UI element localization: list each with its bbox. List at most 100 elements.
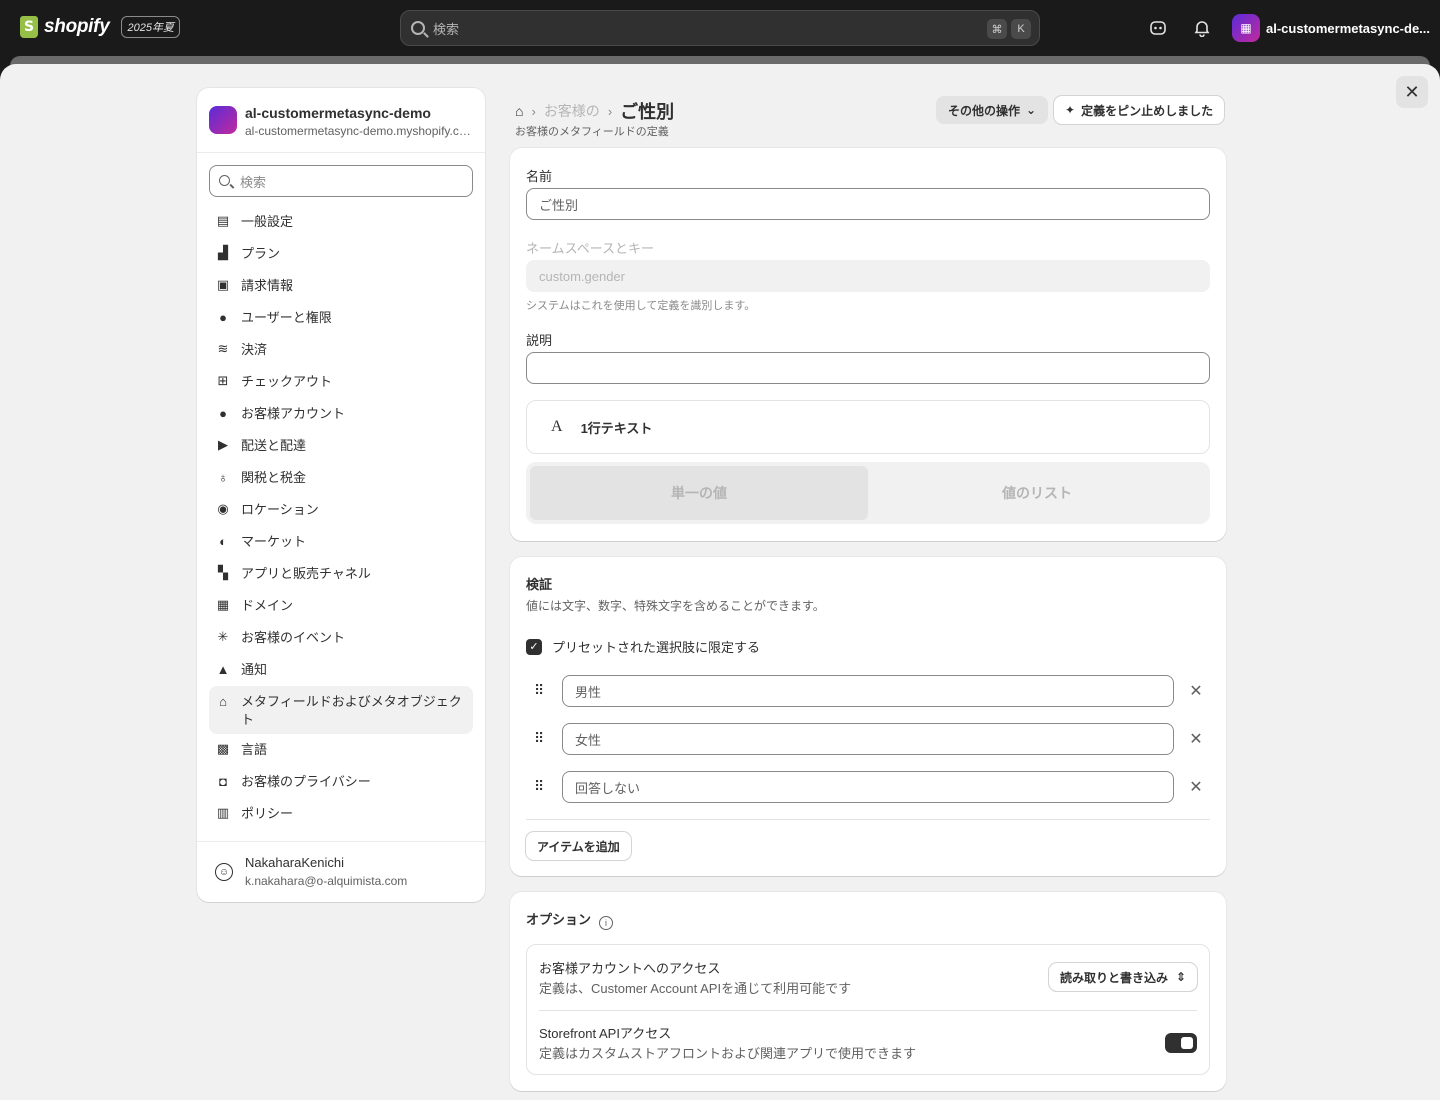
- divider: [197, 152, 485, 153]
- settings-search-input[interactable]: 検索: [209, 165, 473, 197]
- name-input[interactable]: ご性別: [526, 188, 1210, 220]
- store-domain: al-customermetasync-demo.myshopify.com: [245, 124, 475, 138]
- edition-badge[interactable]: 2025年夏: [121, 16, 180, 38]
- value-mode-segmented: 単一の値 値のリスト: [526, 462, 1210, 524]
- type-selector[interactable]: A 1行テキスト: [526, 400, 1210, 454]
- store-logo-icon: [209, 106, 237, 134]
- preset-checkbox-row[interactable]: ✓ プリセットされた選択肢に限定する: [526, 637, 760, 656]
- sidebar-item-checkout[interactable]: ⊞ チェックアウト: [209, 366, 473, 398]
- sidebar-item-label: ドメイン: [241, 598, 294, 613]
- global-search-input[interactable]: 検索 ⌘ K: [400, 10, 1040, 46]
- customer-access-select[interactable]: 読み取りと書き込み ⇕: [1049, 963, 1197, 991]
- preset-checkbox[interactable]: ✓: [526, 638, 542, 655]
- close-icon: ✕: [1404, 81, 1420, 102]
- user-avatar-icon: ☺: [215, 863, 233, 881]
- sidebar-item-label: マーケット: [241, 534, 307, 549]
- store-header[interactable]: al-customermetasync-demo al-customermeta…: [209, 104, 475, 140]
- user-email: k.nakahara@o-alquimista.com: [245, 874, 408, 888]
- storefront-toggle[interactable]: [1165, 1033, 1197, 1053]
- choice-input[interactable]: 回答しない: [562, 771, 1174, 803]
- sidebar-item-languages[interactable]: ▩ 言語: [209, 734, 473, 766]
- divider: [539, 1010, 1197, 1011]
- drag-handle-icon[interactable]: ⠿: [534, 730, 544, 747]
- truck-icon: ▶: [218, 437, 228, 452]
- pin-icon: ✦: [1065, 103, 1076, 117]
- search-icon: [411, 21, 425, 35]
- single-value-option[interactable]: 単一の値: [530, 466, 868, 520]
- drag-handle-icon[interactable]: ⠿: [534, 682, 544, 699]
- sidebar-item-locations[interactable]: ◉ ロケーション: [209, 494, 473, 526]
- metafield-icon: ⌂: [219, 693, 227, 709]
- chevron-down-icon: ⌄: [1026, 103, 1037, 117]
- metafield-icon[interactable]: ⌂: [515, 103, 523, 119]
- remove-icon[interactable]: ✕: [1186, 729, 1206, 749]
- sidebar-item-shipping[interactable]: ▶ 配送と配達: [209, 430, 473, 462]
- drag-handle-icon[interactable]: ⠿: [534, 778, 544, 795]
- namespace-input: custom.gender: [526, 260, 1210, 292]
- sidebar-item-customer-accounts[interactable]: ● お客様アカウント: [209, 398, 473, 430]
- store-avatar-icon: ▦: [1232, 14, 1260, 42]
- choice-input[interactable]: 男性: [562, 675, 1174, 707]
- lock-icon: ◘: [219, 773, 227, 789]
- top-bar: shopify 2025年夏 検索 ⌘ K ▦ al-customermetas…: [0, 0, 1440, 56]
- shopify-logo[interactable]: shopify 2025年夏: [20, 16, 180, 38]
- sidebar-item-plan[interactable]: ▟ プラン: [209, 238, 473, 270]
- more-actions-button[interactable]: その他の操作 ⌄: [936, 96, 1049, 124]
- sidebar-item-label: お客様のイベント: [241, 630, 346, 645]
- store-icon: ▤: [216, 213, 230, 228]
- tax-icon: ♁: [218, 469, 228, 485]
- options-title-row: オプション i: [526, 909, 614, 930]
- sidekick-icon[interactable]: [1148, 18, 1168, 38]
- namespace-label: ネームスペースとキー: [526, 241, 655, 256]
- sidebar-item-notifications[interactable]: ▲ 通知: [209, 654, 473, 686]
- sidebar-item-label: チェックアウト: [241, 374, 333, 389]
- sidebar-item-apps[interactable]: ▚ アプリと販売チャネル: [209, 558, 473, 590]
- sidebar-item-label: 配送と配達: [241, 438, 307, 453]
- breadcrumb-parent[interactable]: お客様の: [544, 101, 600, 121]
- sidebar-item-metafields[interactable]: ⌂ メタフィールドおよびメタオブジェクト: [209, 686, 473, 734]
- validation-title: 検証: [526, 577, 553, 592]
- sidebar-item-general[interactable]: ▤ 一般設定: [209, 206, 473, 238]
- close-button[interactable]: ✕: [1396, 76, 1428, 108]
- list-value-option[interactable]: 値のリスト: [868, 466, 1206, 520]
- bell-icon[interactable]: [1192, 18, 1212, 38]
- store-name: al-customermetasync-demo: [245, 105, 431, 121]
- sidebar-item-privacy[interactable]: ◘ お客様のプライバシー: [209, 766, 473, 798]
- text-type-icon: A: [551, 418, 563, 435]
- sidebar-item-label: 関税と税金: [241, 470, 307, 485]
- chevron-right-icon: ›: [531, 103, 536, 119]
- policy-icon: ▥: [216, 805, 230, 820]
- page-subtitle: お客様のメタフィールドの定義: [515, 126, 669, 138]
- sidebar-item-label: お客様のプライバシー: [241, 774, 371, 789]
- sidebar-item-label: ポリシー: [241, 806, 294, 821]
- cmd-key-hint: ⌘: [987, 19, 1007, 39]
- sidebar-item-customer-events[interactable]: ✳ お客様のイベント: [209, 622, 473, 654]
- bell-icon: ▲: [216, 661, 230, 677]
- definition-card: 名前 ご性別 ネームスペースとキー custom.gender システムはこれを…: [510, 148, 1226, 541]
- info-icon[interactable]: i: [599, 916, 614, 930]
- store-menu[interactable]: ▦ al-customermetasync-de...: [1232, 14, 1430, 42]
- description-input[interactable]: [526, 352, 1210, 384]
- sidebar-item-users[interactable]: ● ユーザーと権限: [209, 302, 473, 334]
- sidebar-item-taxes[interactable]: ♁ 関税と税金: [209, 462, 473, 494]
- chevron-right-icon: ›: [607, 103, 613, 119]
- sidebar-item-markets[interactable]: ◐ マーケット: [209, 526, 473, 558]
- sidebar-item-billing[interactable]: ▣ 請求情報: [209, 270, 473, 302]
- remove-icon[interactable]: ✕: [1186, 777, 1206, 797]
- k-key-hint: K: [1011, 19, 1031, 39]
- pin-button[interactable]: ✦ 定義をピン止めしました: [1054, 96, 1225, 124]
- options-box: お客様アカウントへのアクセス 定義は、Customer Account APIを…: [526, 944, 1210, 1075]
- plan-icon: ▟: [218, 245, 228, 260]
- user-profile[interactable]: ☺ NakaharaKenichi k.nakahara@o-alquimist…: [215, 854, 407, 890]
- sidebar-item-domains[interactable]: ▦ ドメイン: [209, 590, 473, 622]
- divider: [197, 841, 485, 842]
- storefront-title: Storefront APIアクセス: [539, 1026, 672, 1041]
- add-item-button[interactable]: アイテムを追加: [526, 832, 631, 860]
- choice-row: ⠿ 男性 ✕: [526, 675, 1210, 707]
- sidebar-item-policies[interactable]: ▥ ポリシー: [209, 798, 473, 830]
- remove-icon[interactable]: ✕: [1186, 681, 1206, 701]
- sidebar-item-label: 通知: [241, 662, 268, 677]
- choice-input[interactable]: 女性: [562, 723, 1174, 755]
- store-menu-name: al-customermetasync-de...: [1266, 20, 1431, 36]
- sidebar-item-payments[interactable]: ≋ 決済: [209, 334, 473, 366]
